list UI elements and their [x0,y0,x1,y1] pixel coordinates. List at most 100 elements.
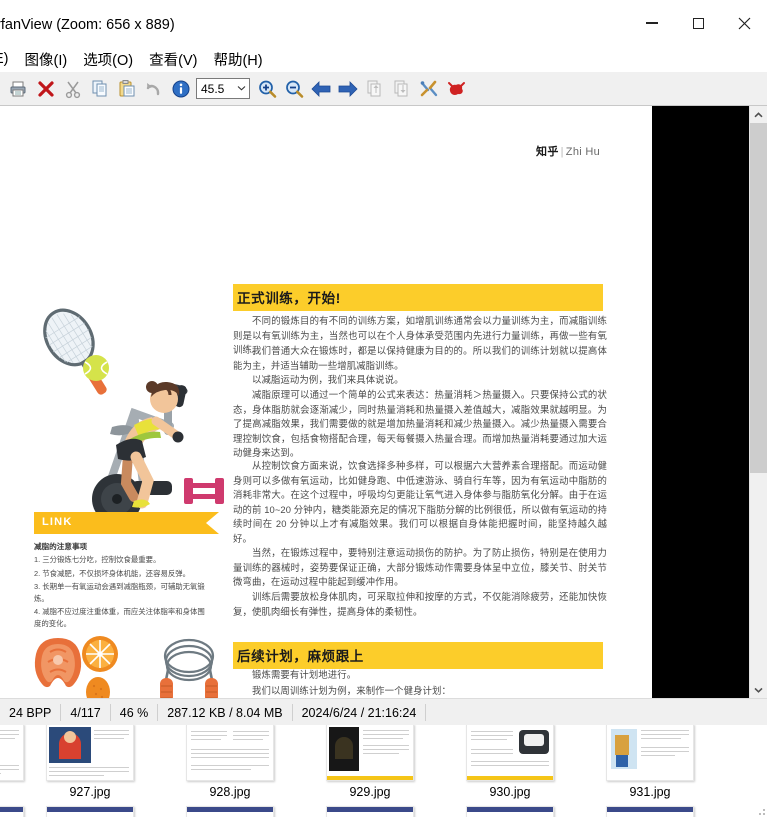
jump-rope-illustration [152,636,226,698]
thumbnail-item[interactable] [440,806,580,817]
thumbnail-item[interactable]: 931.jpg [580,725,720,799]
thumbnail-label: 927.jpg [69,785,110,799]
thumbnail-item[interactable] [580,806,720,817]
menu-image[interactable]: 图像(I) [17,47,76,72]
menu-view[interactable]: 查看(V) [141,47,205,72]
link-card-line-3: 3. 长期单一有氧运动会遇到减脂瓶颈，可辅助无氧锻炼。 [34,581,206,604]
close-button[interactable] [721,0,767,46]
status-bar: 24 BPP 4/117 46 % 287.12 KB / 8.04 MB 20… [0,698,767,726]
menu-help[interactable]: 帮助(H) [205,47,270,72]
thumbnail-image[interactable] [186,806,274,817]
paragraph-4: 减脂原理可以通过一个简单的公式来表达：热量消耗＞热量摄入。只要保持公式的状态，身… [233,388,607,461]
thumbnail-item[interactable]: 930.jpg [440,725,580,799]
thumbnail-item[interactable]: 6.jpg [0,725,20,799]
paragraph-3: 以减脂运动为例，我们来具体说说。 [233,373,607,388]
thumbnail-item[interactable] [160,806,300,817]
image-viewport[interactable]: 知乎|Zhi Hu [0,106,767,698]
thumbnail-label: 928.jpg [209,785,250,799]
link-card-line-4: 4. 减脂不应过度注重体重，而应关注体脂率和身体围度的变化。 [34,606,206,629]
delete-icon[interactable] [32,74,59,103]
zoom-level-combobox[interactable]: 45.5 [196,78,250,99]
zoom-out-icon[interactable] [280,74,307,103]
undo-icon[interactable] [140,74,167,103]
watermark-latin: Zhi Hu [566,146,600,158]
paragraph-6: 当然，在锻炼过程中，要特别注意运动损伤的防护。为了防止损伤，特别是在使用力量训练… [233,546,607,590]
thumbnail-image[interactable] [326,806,414,817]
scrollbar-track[interactable] [750,123,767,681]
link-card-title: 减脂的注意事项 [34,541,206,552]
thumbnail-image[interactable] [46,806,134,817]
print-icon[interactable] [5,74,32,103]
paste-icon[interactable] [113,74,140,103]
window-controls [629,0,767,46]
illustration-column: LINK 减脂的注意事项 1. 三分锻炼七分吃，控制饮食最重要。 2. 节食减肥… [0,106,233,698]
previous-image-icon[interactable] [307,74,334,103]
copy-icon[interactable] [86,74,113,103]
info-icon[interactable] [167,74,194,103]
thumbnail-strip[interactable]: 6.jpg 927.jpg [0,725,767,817]
thumbnail-row-partial [0,806,767,817]
section-heading-1: 正式训练，开始! [233,284,603,311]
zhihu-watermark: 知乎|Zhi Hu [536,143,600,159]
vertical-scrollbar[interactable] [749,106,767,698]
next-image-icon[interactable] [334,74,361,103]
link-banner-label: LINK [42,516,72,528]
thumbnail-label: 930.jpg [489,785,530,799]
thumbnail-item[interactable]: 929.jpg [300,725,440,799]
orange-half-icon [86,677,110,698]
menu-file[interactable]: E) [0,49,17,69]
thumbnail-image[interactable] [0,806,24,817]
zoom-level-value: 45.5 [197,82,234,96]
thumbnail-image[interactable] [186,725,274,781]
maximize-button[interactable] [675,0,721,46]
thumbnail-item[interactable] [300,806,440,817]
plugins-icon[interactable] [442,74,469,103]
thumbnail-item[interactable]: 927.jpg [20,725,160,799]
status-file-size: 287.12 KB / 8.04 MB [158,699,291,726]
paragraph-2: 我们普通大众在锻炼时，都是以保持健康为目的的。所以我们的训练计划就以提高体能为主… [233,344,607,373]
settings-icon[interactable] [415,74,442,103]
thumbnail-image[interactable] [606,725,694,781]
menu-bar: E) 图像(I) 选项(O) 查看(V) 帮助(H) [0,46,767,72]
cut-icon[interactable] [59,74,86,103]
status-image-index: 4/117 [61,699,109,726]
window-title: IrfanView (Zoom: 656 x 889) [0,17,175,33]
document-page: 知乎|Zhi Hu [0,106,652,698]
zoom-in-icon[interactable] [253,74,280,103]
link-card-line-1: 1. 三分锻炼七分吃，控制饮食最重要。 [34,554,206,566]
thumbnail-resize-grip[interactable] [756,806,766,816]
link-banner: LINK [34,512,206,534]
orange-slice-icon [82,636,118,672]
scroll-down-button[interactable] [750,681,767,698]
minimize-button[interactable] [629,0,675,46]
link-card: LINK 减脂的注意事项 1. 三分锻炼七分吃，控制饮食最重要。 2. 节食减肥… [34,512,206,630]
thumbnail-label: 931.jpg [629,785,670,799]
thumbnail-image[interactable] [606,806,694,817]
scroll-up-button[interactable] [750,106,767,123]
chevron-down-icon[interactable] [234,84,249,93]
thumbnail-image[interactable] [326,725,414,781]
menu-options[interactable]: 选项(O) [75,47,141,72]
thumbnail-item[interactable]: 928.jpg [160,725,300,799]
paragraph-8: 锻炼需要有计划地进行。 [233,668,607,683]
thumbnail-image[interactable] [0,725,24,781]
scrollbar-thumb[interactable] [750,123,767,473]
thumbnail-item[interactable] [0,806,20,817]
section-heading-2: 后续计划，麻烦跟上 [233,642,603,669]
thumbnail-item[interactable] [20,806,160,817]
first-image-icon[interactable] [361,74,388,103]
status-divider [425,704,426,721]
thumbnail-image[interactable] [46,725,134,781]
toolbar: 45.5 [0,72,767,106]
displayed-image: 知乎|Zhi Hu [0,106,652,698]
watermark-brand: 知乎 [536,146,559,158]
status-bit-depth: 24 BPP [0,699,60,726]
thumbnail-image[interactable] [466,725,554,781]
thumbnail-row: 6.jpg 927.jpg [0,725,767,799]
last-image-icon[interactable] [388,74,415,103]
status-zoom-percent: 46 % [111,699,158,726]
link-card-line-2: 2. 节食减肥，不仅损坏身体机能，还容易反弹。 [34,568,206,580]
paragraph-9: 我们以周训练计划为例，来制作一个健身计划： [233,684,607,698]
thumbnail-image[interactable] [466,806,554,817]
dumbbell-illustration [182,474,226,508]
